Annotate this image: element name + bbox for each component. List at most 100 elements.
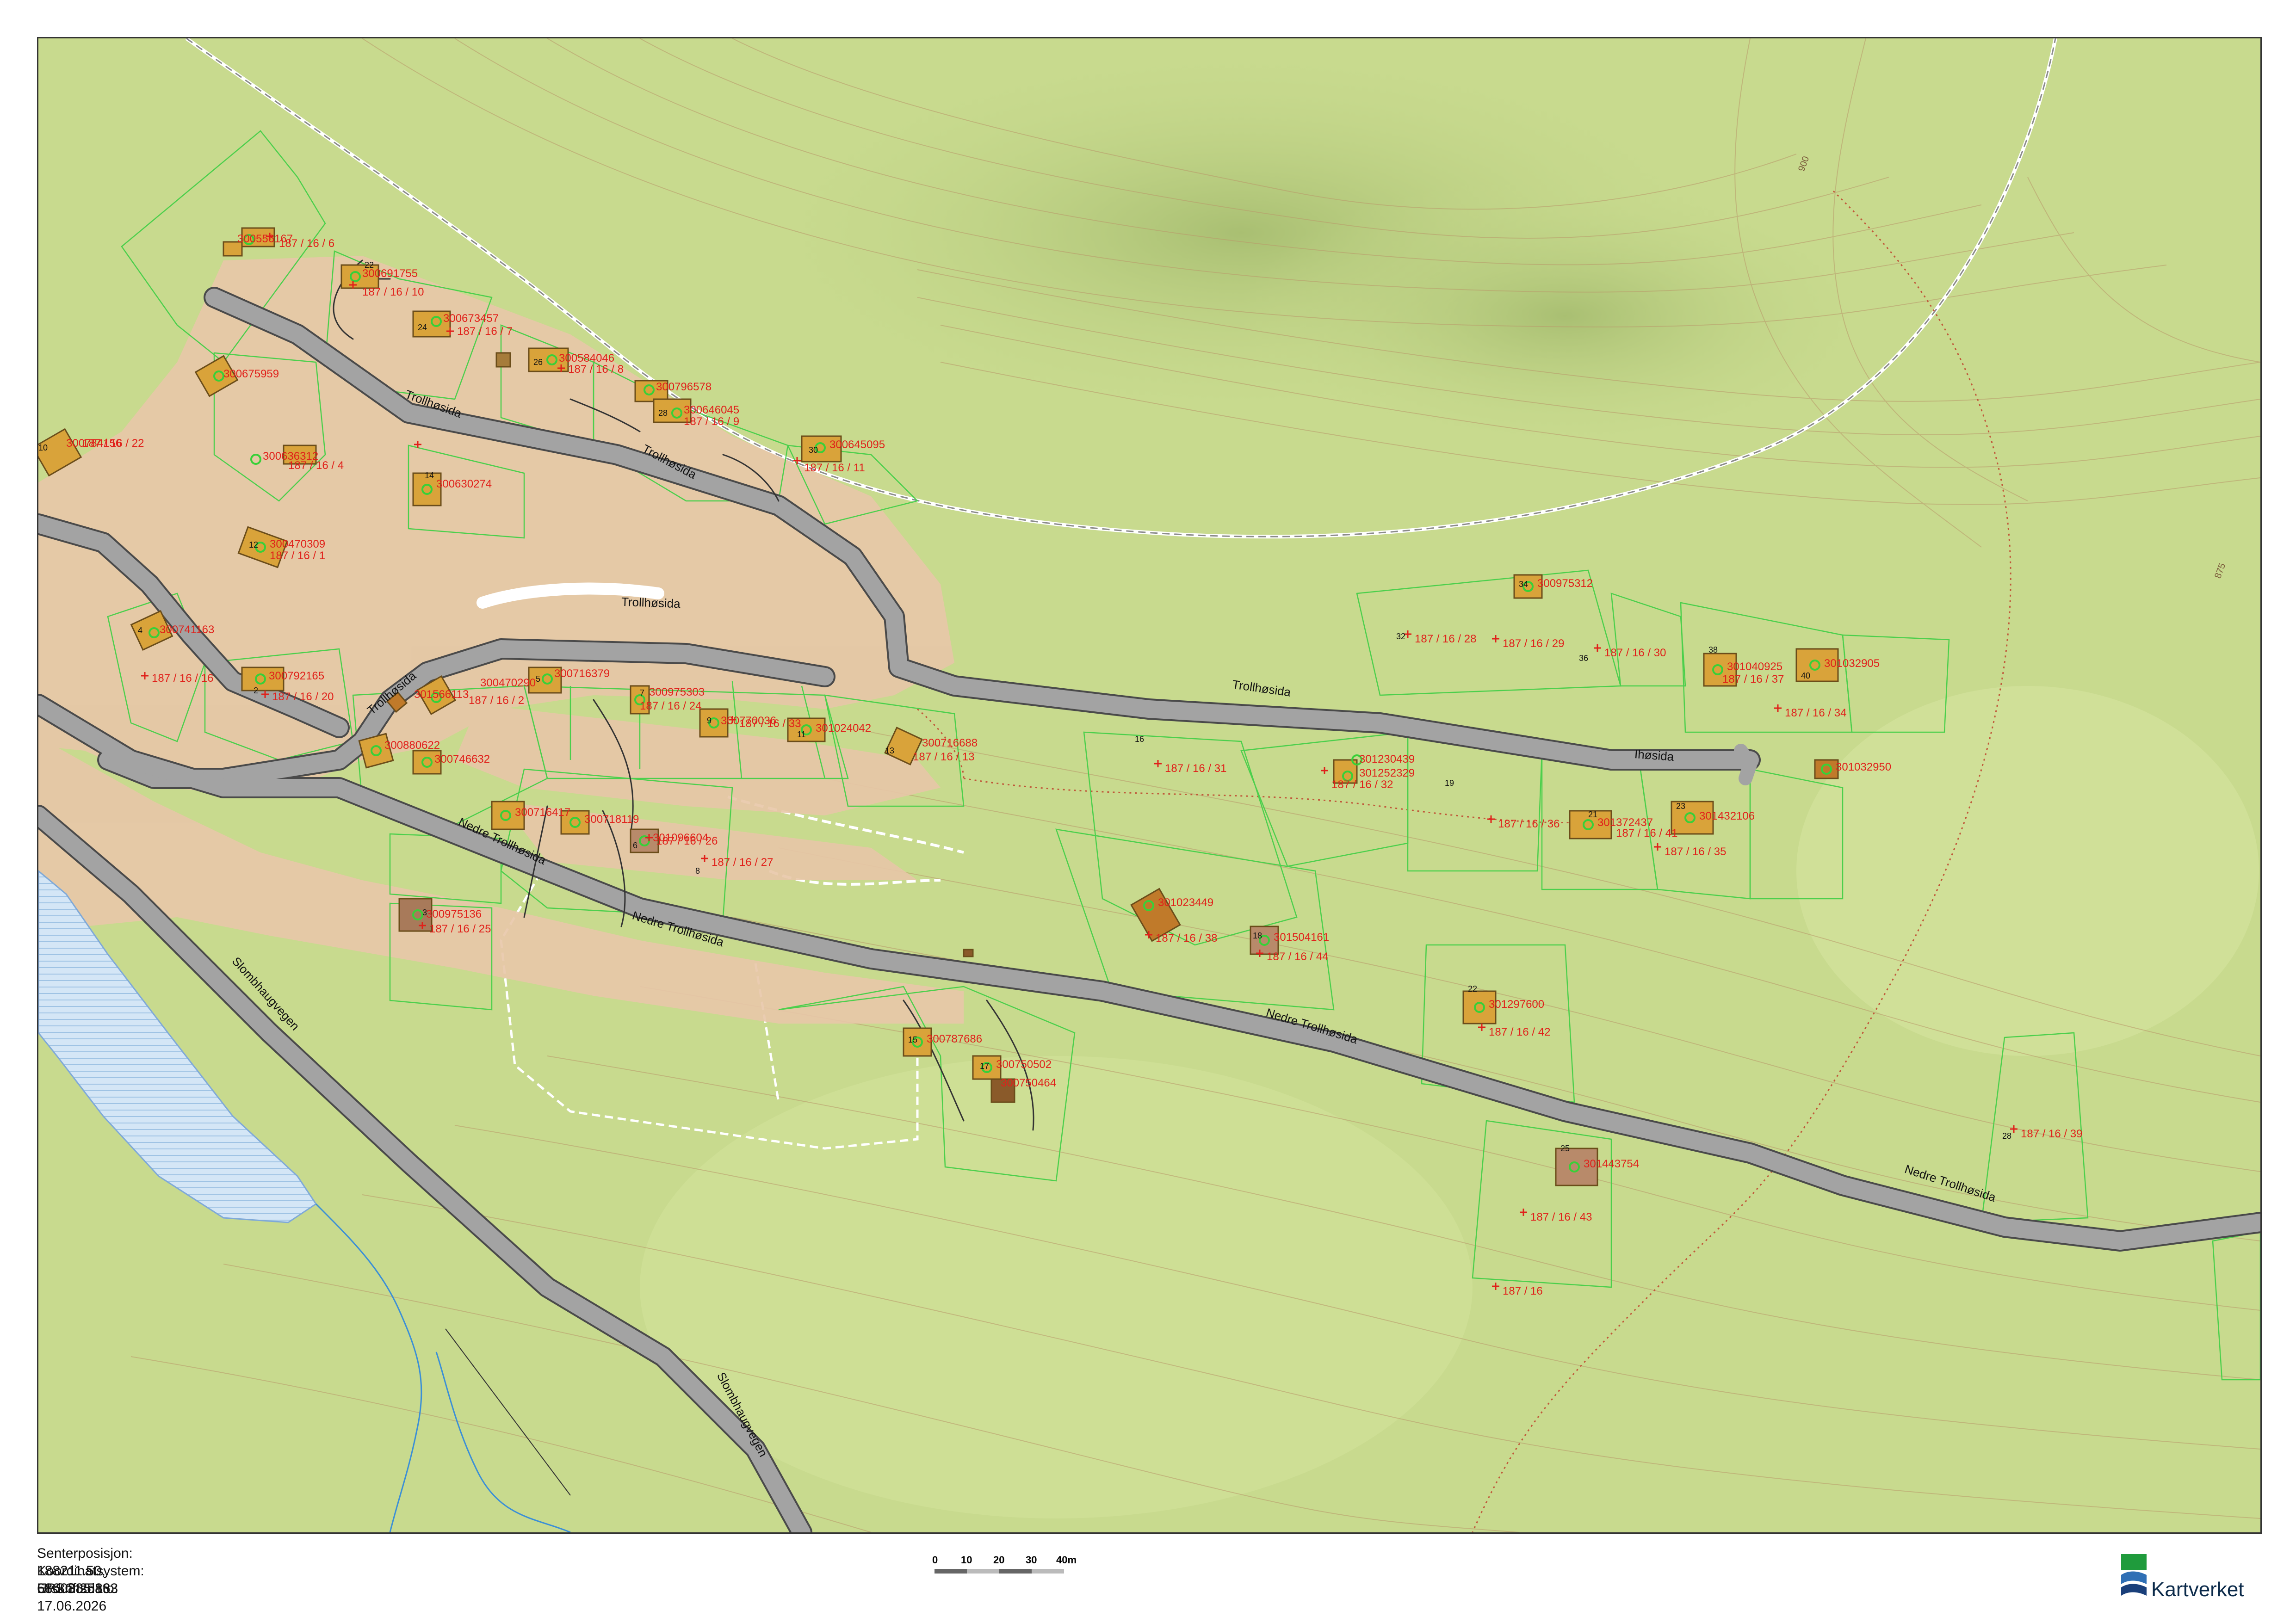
kartverket-logo: Kartverket <box>2119 1549 2258 1605</box>
building-id: 301230439 <box>1359 753 1415 765</box>
building-id: 300673457 <box>443 312 499 325</box>
house-number: 19 <box>1445 778 1454 788</box>
house-number: 21 <box>1588 810 1598 819</box>
building-id: 301032905 <box>1824 657 1880 670</box>
scale-tick-20: 20 <box>993 1554 1005 1566</box>
scale-tick-10: 10 <box>961 1554 972 1566</box>
parcel-label: 187 / 16 / 41 <box>1616 827 1678 839</box>
house-number: 32 <box>1396 632 1406 641</box>
scale-tick-0: 0 <box>932 1554 938 1566</box>
building-id: 301024042 <box>816 722 872 734</box>
parcel-label: 187 / 16 / 29 <box>1503 637 1565 650</box>
parcel-label: 187 / 16 / 31 <box>1165 762 1227 775</box>
house-number: 40 <box>1801 671 1811 680</box>
parcel-label: 187 / 16 / 16 <box>152 672 214 685</box>
road-label-trollhosida-4: Trollhøsida <box>1231 677 1292 699</box>
house-number: 18 <box>1253 931 1262 940</box>
scale-segment <box>934 1569 967 1574</box>
building-id: 300975136 <box>426 908 482 920</box>
parcel-label: 187 / 16 / 28 <box>1415 633 1477 645</box>
house-number: 2 <box>254 686 259 695</box>
building-id: 301040925 <box>1727 660 1783 673</box>
scale-segment <box>1032 1569 1064 1574</box>
house-number: 13 <box>885 746 895 755</box>
house-number: 26 <box>533 358 543 367</box>
parcel-label: 187 / 16 / 9 <box>684 415 740 428</box>
house-number: 28 <box>658 408 668 418</box>
house-number: 17 <box>980 1061 990 1071</box>
house-number: 22 <box>1468 984 1478 994</box>
parcel-label: 187 / 16 / 24 <box>640 700 702 712</box>
parcel-label: 187 / 16 / 8 <box>568 363 624 376</box>
building-id: 300750502 <box>996 1058 1052 1071</box>
house-number: 14 <box>425 471 434 480</box>
building-id: 300787686 <box>927 1033 983 1045</box>
house-number: 36 <box>1579 654 1589 663</box>
road-label-ihosida: Ihøsida <box>1634 747 1675 764</box>
road-label-slombhaugvegen-2: Slombhaugvegen <box>714 1370 771 1459</box>
building-id: 301566113 <box>414 688 469 701</box>
parcel-label: 187 / 16 <box>1503 1285 1543 1297</box>
parcel-label: 187 / 16 / 35 <box>1665 845 1727 858</box>
road-label-nedre-4: Nedre Trollhøsida <box>1903 1162 1998 1204</box>
house-number: 23 <box>1676 802 1686 811</box>
house-number: 34 <box>1519 580 1529 589</box>
building-id: 301032950 <box>1836 761 1892 773</box>
house-number: 7 <box>640 688 645 697</box>
contour-label-900: 900 <box>1796 154 1812 173</box>
parcel-label: 187 / 16 / 11 <box>804 462 865 474</box>
parcel-label: 187 / 16 / 37 <box>1722 673 1784 685</box>
parcel-label: 187 / 16 / 42 <box>1489 1026 1551 1038</box>
house-number: 24 <box>418 323 427 332</box>
building-id: 300716379 <box>554 667 610 680</box>
building-id: 300645095 <box>829 438 885 451</box>
building-id: 300470290 <box>480 677 536 689</box>
parcel-label: 187 / 16 / 36 <box>1498 818 1560 830</box>
road-label-nedre-2: Nedre Trollhøsida <box>631 908 726 950</box>
parcel-label: 187 / 16 / 34 <box>1785 707 1847 719</box>
building-id: 300750464 <box>1001 1077 1057 1089</box>
road-label-nedre-1: Nedre Trollhøsida <box>456 815 549 868</box>
kartverket-logo-text: Kartverket <box>2151 1578 2244 1601</box>
parcel-label: 187 / 16 / 7 <box>457 325 513 338</box>
building-id: 301297600 <box>1489 998 1545 1011</box>
house-number: 10 <box>38 443 48 452</box>
house-number: 15 <box>908 1035 918 1044</box>
parcel-label: 187 / 16 / 43 <box>1530 1211 1592 1223</box>
parcel-label: 187 / 16 / 13 <box>913 751 975 763</box>
kartverket-logo-icon <box>2121 1554 2147 1596</box>
house-number: 9 <box>707 716 712 725</box>
road-label-trollhosida-5: Trollhøsida <box>364 668 419 717</box>
parcel-label: 187 / 16 / 6 <box>279 237 335 250</box>
building-id: 300675959 <box>223 368 279 380</box>
building-id: 300880622 <box>384 739 440 752</box>
building-id: 301023449 <box>1158 896 1214 909</box>
house-number: 22 <box>365 260 374 270</box>
parcel-label: 187 / 16 / 10 <box>362 286 424 298</box>
road-label-slombhaugvegen-1: Slombhaugvegen <box>229 954 303 1033</box>
building-id: 300975303 <box>649 686 705 698</box>
scale-tick-40: 40m <box>1056 1554 1077 1566</box>
building-id: 300796578 <box>656 381 712 393</box>
road-label-trollhosida-2: Trollhøsida <box>640 441 699 482</box>
house-number: 30 <box>809 445 818 455</box>
scale-segment <box>967 1569 999 1574</box>
parcel-label: 187 / 16 / 30 <box>1604 647 1666 659</box>
house-number: 28 <box>2002 1131 2012 1141</box>
building-id: 301443754 <box>1584 1158 1640 1170</box>
contour-label-875: 875 <box>2213 562 2228 580</box>
coordinate-system: Koordinatsystem:EPSG:25833 <box>37 1563 144 1596</box>
road-label-trollhosida-3: Trollhøsida <box>621 594 681 611</box>
building-id: 300746632 <box>434 753 490 765</box>
center-position: Senterposisjon:188211.50, 6860885.16 <box>37 1546 133 1596</box>
house-number: 5 <box>536 674 541 684</box>
scale-segment <box>999 1569 1032 1574</box>
building-id: 301252329 <box>1359 767 1415 779</box>
map-view[interactable]: Trollhøsida Trollhøsida Trollhøsida Trol… <box>37 37 2262 1534</box>
building-id: 300975312 <box>1537 577 1593 590</box>
parcel-label: 187 / 16 / 26 <box>656 835 718 847</box>
parcel-label: 187 / 16 / 4 <box>288 459 344 472</box>
house-number: 12 <box>249 540 259 549</box>
road-label-nedre-3: Nedre Trollhøsida <box>1264 1005 1360 1047</box>
scale-bar: 0 10 20 30 40m <box>932 1554 1085 1586</box>
